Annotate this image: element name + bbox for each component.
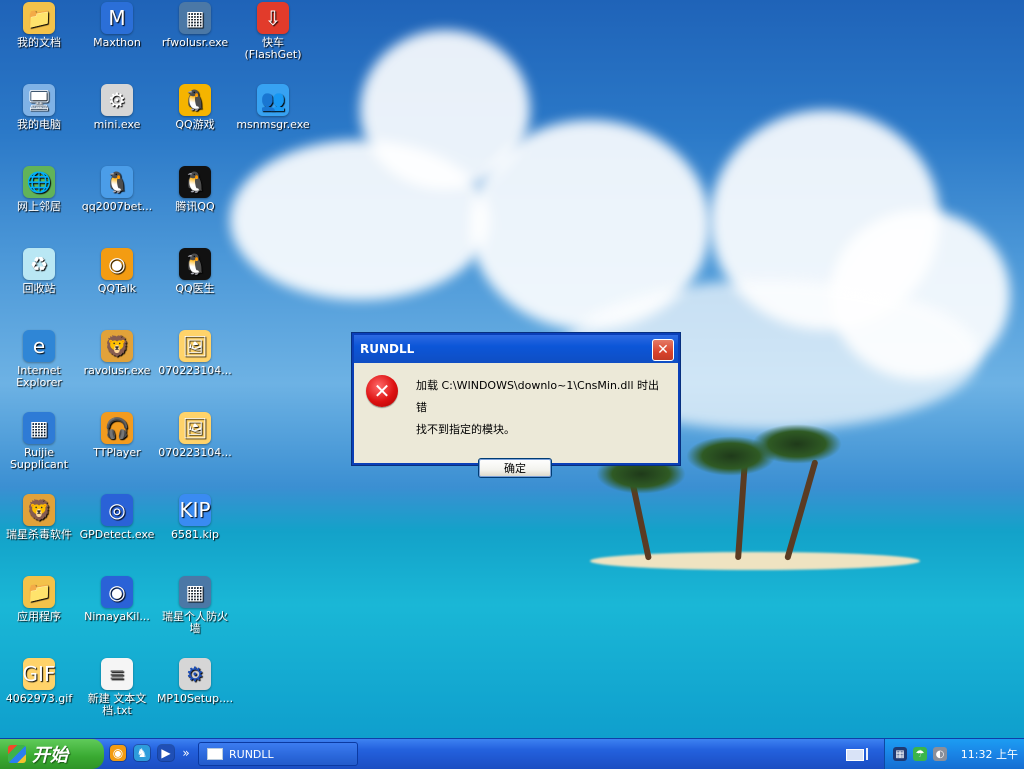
desktop-icon-internet-explorer[interactable]: e Internet Explorer [0, 330, 78, 389]
folder-icon: 📁 [23, 576, 55, 608]
network-icon: 🌐 [23, 166, 55, 198]
desktop-icon-my-documents[interactable]: 📁 我的文档 [0, 2, 78, 49]
msn-icon: 👥 [257, 84, 289, 116]
gpdetect-icon: ◎ [101, 494, 133, 526]
desktop-icon-mini[interactable]: ⚙ mini.exe [78, 84, 156, 131]
desktop-icon-ravolusr[interactable]: 🦁 ravolusr.exe [78, 330, 156, 377]
dialog-message-line-2: 找不到指定的模块。 [416, 423, 515, 436]
text-file-icon: ≡ [101, 658, 133, 690]
desktop-icon-my-computer[interactable]: 🖥 我的电脑 [0, 84, 78, 131]
system-tray: ▦ ☂ ◐ 11:32 上午 [884, 739, 1024, 769]
qq-icon: 🐧 [179, 166, 211, 198]
error-glyph: ✕ [373, 379, 391, 403]
desktop-background: 📁 我的文档 M Maxthon ▦ rfwolusr.exe ⇩ 快车 (Fl… [0, 0, 1024, 738]
desktop-icon-ruijie[interactable]: ▦ Ruijie Supplicant [0, 412, 78, 471]
quicklaunch-more-button[interactable]: » [180, 745, 192, 761]
desktop-icon-mp10setup[interactable]: ⚙ MP10Setup.... [156, 658, 234, 705]
desktop-icon-qq-games[interactable]: 🐧 QQ游戏 [156, 84, 234, 131]
island-sand [590, 552, 920, 570]
clock[interactable]: 11:32 上午 [961, 746, 1018, 762]
desktop-icon-nimayakil[interactable]: ◉ NimayaKil... [78, 576, 156, 623]
palm-tree-leaves [752, 424, 842, 464]
ok-button[interactable]: 确定 [478, 458, 552, 478]
folder-icon: 📁 [23, 2, 55, 34]
desktop-icon-qq2007[interactable]: 🐧 qq2007bet... [78, 166, 156, 213]
desktop-icon-msnmsgr[interactable]: 👥 msnmsgr.exe [234, 84, 312, 131]
dialog-message-line-1: 加载 C:\WINDOWS\downlo~1\CnsMin.dll 时出错 [416, 379, 660, 414]
desktop-icon-rising-antivirus[interactable]: 🦁 瑞星杀毒软件 [0, 494, 78, 541]
start-label: 开始 [32, 745, 68, 766]
quicklaunch-3-icon[interactable]: ▶ [158, 745, 174, 761]
desktop-icon-ttplayer[interactable]: 🎧 TTPlayer [78, 412, 156, 459]
desktop-icon-new-text-file[interactable]: ≡ 新建 文本文 档.txt [78, 658, 156, 717]
desktop-icon-tencent-qq[interactable]: 🐧 腾讯QQ [156, 166, 234, 213]
dialog-title: RUNDLL [360, 342, 415, 356]
window-icon [207, 748, 223, 760]
dialog-message: 加载 C:\WINDOWS\downlo~1\CnsMin.dll 时出错 找不… [416, 375, 666, 441]
setup-icon: ⚙ [179, 658, 211, 690]
dialog-body: ✕ 加载 C:\WINDOWS\downlo~1\CnsMin.dll 时出错 … [354, 363, 678, 478]
input-indicator-separator [866, 748, 868, 760]
error-icon: ✕ [366, 375, 398, 407]
antivirus-icon: 🦁 [101, 330, 133, 362]
qq-doctor-icon: 🐧 [179, 248, 211, 280]
taskbar-button-rundll[interactable]: RUNDLL [198, 742, 358, 766]
rundll-error-dialog: RUNDLL ✕ ✕ 加载 C:\WINDOWS\downlo~1\CnsMin… [352, 333, 680, 478]
desktop-icon-gpdetect[interactable]: ◎ GPDetect.exe [78, 494, 156, 541]
flashget-icon: ⇩ [257, 2, 289, 34]
recycle-bin-icon: ♻ [23, 248, 55, 280]
quicklaunch-1-icon[interactable]: ◉ [110, 745, 126, 761]
maxthon-icon: M [101, 2, 133, 34]
kip-file-icon: KIP [179, 494, 211, 526]
jpg-file-icon: 🖼 [179, 330, 211, 362]
close-icon: ✕ [657, 342, 669, 358]
ie-icon: e [23, 330, 55, 362]
installer-icon: ⚙ [101, 84, 133, 116]
desktop-icon-jpg-1[interactable]: 🖼 070223104... [156, 330, 234, 377]
desktop-icon-flashget[interactable]: ⇩ 快车 (FlashGet) [234, 2, 312, 61]
ttplayer-icon: 🎧 [101, 412, 133, 444]
quicklaunch-2-icon[interactable]: ♞ [134, 745, 150, 761]
desktop-icon-recycle-bin[interactable]: ♻ 回收站 [0, 248, 78, 295]
ruijie-icon: ▦ [23, 412, 55, 444]
jpg-file-icon: 🖼 [179, 412, 211, 444]
qq-games-icon: 🐧 [179, 84, 211, 116]
dialog-titlebar[interactable]: RUNDLL [354, 335, 678, 363]
close-button[interactable]: ✕ [652, 339, 674, 361]
desktop-icon-applications-folder[interactable]: 📁 应用程序 [0, 576, 78, 623]
taskbar-button-label: RUNDLL [229, 747, 274, 761]
desktop-icon-jpg-2[interactable]: 🖼 070223104... [156, 412, 234, 459]
palm-tree-trunk [784, 459, 819, 561]
desktop-icon-kip[interactable]: KIP 6581.kip [156, 494, 234, 541]
rising-firewall-icon: ▦ [179, 576, 211, 608]
start-button[interactable]: 开始 [0, 739, 104, 769]
desktop-icon-maxthon[interactable]: M Maxthon [78, 2, 156, 49]
keyboard-icon[interactable] [846, 749, 864, 761]
qq-installer-icon: 🐧 [101, 166, 133, 198]
computer-icon: 🖥 [23, 84, 55, 116]
taskbar: 开始 ◉ ♞ ▶ » RUNDLL ▦ ☂ ◐ 11:32 上午 [0, 738, 1024, 769]
gif-file-icon: GIF [23, 658, 55, 690]
app-icon: ◉ [101, 576, 133, 608]
desktop-icon-network[interactable]: 🌐 网上邻居 [0, 166, 78, 213]
windows-flag-icon [8, 745, 26, 763]
desktop-icon-rfwolusr[interactable]: ▦ rfwolusr.exe [156, 2, 234, 49]
desktop-icon-rising-firewall[interactable]: ▦ 瑞星个人防火 墙 [156, 576, 234, 635]
speaker-tray-icon[interactable]: ◐ [933, 747, 947, 761]
rising-antivirus-icon: 🦁 [23, 494, 55, 526]
desktop-icon-qqtalk[interactable]: ◉ QQTalk [78, 248, 156, 295]
network-tray-icon[interactable]: ▦ [893, 747, 907, 761]
palm-tree-trunk [735, 462, 748, 561]
qqtalk-icon: ◉ [101, 248, 133, 280]
desktop-icon-gif[interactable]: GIF 4062973.gif [0, 658, 78, 705]
desktop-icon-qq-doctor[interactable]: 🐧 QQ医生 [156, 248, 234, 295]
firewall-icon: ▦ [179, 2, 211, 34]
umbrella-tray-icon[interactable]: ☂ [913, 747, 927, 761]
